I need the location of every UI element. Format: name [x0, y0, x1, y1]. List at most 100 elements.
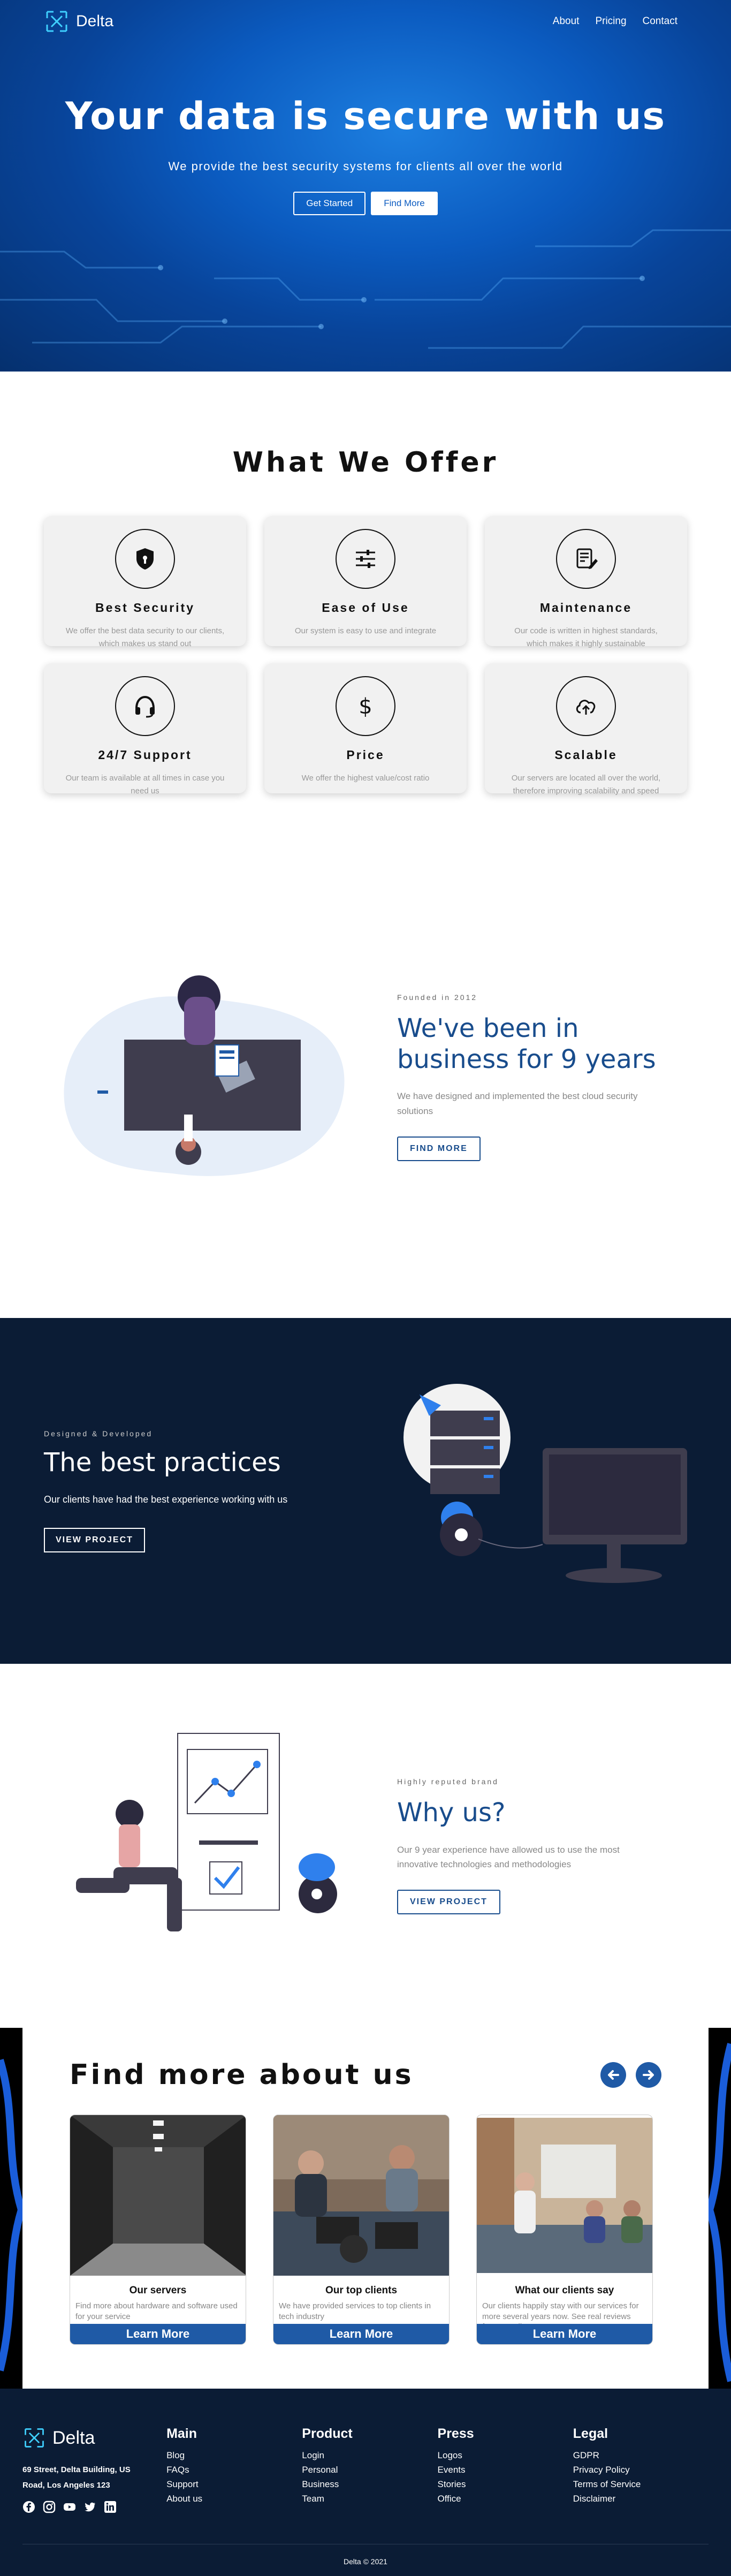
footer-logo[interactable]: Delta [22, 2426, 166, 2450]
founded-title: We've been in business for 9 years [397, 1013, 656, 1074]
arrow-right-icon[interactable] [636, 2062, 661, 2088]
learn-more-button[interactable]: Learn More [70, 2324, 246, 2344]
offer-card-price: $ Price We offer the highest value/cost … [264, 663, 467, 793]
footer-link-support[interactable]: Support [166, 2477, 302, 2491]
nav-links: About Pricing Contact [553, 16, 677, 27]
footer-column-legal: Legal GDPR Privacy Policy Terms of Servi… [573, 2426, 709, 2513]
chart-board-illustration [76, 1733, 337, 1931]
footer-column-title: Main [166, 2426, 197, 2441]
card-text: Find more about hardware and software us… [75, 2301, 238, 2321]
nav-link-pricing[interactable]: Pricing [595, 16, 626, 27]
instagram-icon[interactable] [43, 2501, 56, 2513]
arrow-left-icon[interactable] [600, 2062, 626, 2088]
footer-link-events[interactable]: Events [438, 2463, 573, 2477]
offer-card-title: Ease of Use [322, 601, 409, 615]
practices-title: The best practices [44, 1447, 281, 1478]
find-more-about-button[interactable]: FIND MORE [397, 1136, 481, 1161]
footer-link-about[interactable]: About us [166, 2491, 302, 2506]
desk-illustration [64, 975, 345, 1176]
find-more-button[interactable]: Find More [371, 192, 438, 215]
brand-logo[interactable]: Delta [44, 9, 113, 34]
nav-link-contact[interactable]: Contact [643, 16, 677, 27]
hero-subtitle: We provide the best security systems for… [168, 160, 563, 173]
footer-columns: Delta 69 Street, Delta Building, US Road… [22, 2426, 709, 2513]
card-our-servers: Our servers Find more about hardware and… [70, 2115, 246, 2345]
footer-link-office[interactable]: Office [438, 2491, 573, 2506]
offer-card-text: Our system is easy to use and integrate [294, 626, 437, 635]
team-working-image [273, 2115, 449, 2276]
why-title: Why us? [397, 1798, 506, 1828]
why-section: Highly reputed brand Why us? Our 9 year … [0, 1664, 731, 2028]
find-more-cards: Our servers Find more about hardware and… [70, 2115, 661, 2345]
footer-link-stories[interactable]: Stories [438, 2477, 573, 2491]
linkedin-icon[interactable] [104, 2501, 117, 2513]
founded-description: We have designed and implemented the bes… [397, 1091, 638, 1116]
offer-card-ease: Ease of Use Our system is easy to use an… [264, 516, 467, 646]
find-more-section: Find more about us Our servers Find more… [0, 2028, 731, 2389]
find-more-header: Find more about us [70, 2059, 661, 2091]
offer-card-text: Our team is available at all times in ca… [65, 774, 225, 795]
practices-eyebrow: Designed & Developed [44, 1429, 153, 1438]
footer-brand-name: Delta [52, 2427, 95, 2448]
offer-card-text: Our code is written in highest standards… [514, 626, 658, 648]
view-project-button[interactable]: VIEW PROJECT [44, 1528, 145, 1553]
learn-more-button[interactable]: Learn More [273, 2324, 449, 2344]
footer-link-disclaimer[interactable]: Disclaimer [573, 2491, 709, 2506]
footer-link-logos[interactable]: Logos [438, 2448, 573, 2463]
view-project-why-button[interactable]: VIEW PROJECT [397, 1889, 500, 1914]
footer-brand: Delta 69 Street, Delta Building, US Road… [22, 2426, 166, 2513]
cloud-upload-icon [556, 676, 616, 736]
offer-card-text: We offer the best data security to our c… [65, 626, 225, 648]
footer-link-faqs[interactable]: FAQs [166, 2463, 302, 2477]
practices-description: Our clients have had the best experience… [44, 1494, 288, 1505]
learn-more-button[interactable]: Learn More [477, 2324, 652, 2344]
facebook-icon[interactable] [22, 2501, 35, 2513]
dollar-icon: $ [336, 676, 395, 736]
sliders-icon [336, 529, 395, 589]
hero-buttons: Get Started Find More [0, 192, 731, 215]
youtube-icon[interactable] [63, 2501, 76, 2513]
offer-card-scalable: Scalable Our servers are located all ove… [485, 663, 687, 795]
footer-link-login[interactable]: Login [302, 2448, 437, 2463]
hero-section: Delta About Pricing Contact Your data is… [0, 0, 731, 372]
nav-link-about[interactable]: About [553, 16, 580, 27]
server-room-image [70, 2115, 246, 2276]
offer-card-title: 24/7 Support [98, 748, 192, 762]
footer-column-title: Legal [573, 2426, 608, 2441]
brand-name: Delta [76, 12, 114, 30]
footer-column-product: Product Login Personal Business Team [302, 2426, 437, 2513]
why-text: Highly reputed brand Why us? Our 9 year … [397, 1777, 675, 1914]
footer-link-privacy[interactable]: Privacy Policy [573, 2463, 709, 2477]
server-illustration [403, 1384, 687, 1583]
footer-column-main: Main Blog FAQs Support About us [166, 2426, 302, 2513]
offer-card-text: Our servers are located all over the wor… [511, 774, 661, 795]
footer-link-personal[interactable]: Personal [302, 2463, 437, 2477]
footer-link-blog[interactable]: Blog [166, 2448, 302, 2463]
card-title: Our servers [129, 2285, 187, 2296]
hero-content: Your data is secure with us We provide t… [0, 94, 731, 215]
offer-card-title: Best Security [95, 601, 195, 615]
offer-section: What We Offer Best Security We offer the… [0, 372, 731, 836]
footer-link-gdpr[interactable]: GDPR [573, 2448, 709, 2463]
card-title: Our top clients [325, 2285, 398, 2296]
shield-icon [115, 529, 175, 589]
carousel-controls [600, 2062, 661, 2088]
footer-address: 69 Street, Delta Building, US Road, Los … [22, 2465, 131, 2490]
offer-card-support: 24/7 Support Our team is available at al… [44, 663, 246, 795]
offer-card-title: Scalable [554, 748, 618, 762]
meeting-room-image [477, 2118, 652, 2273]
offer-card-security: Best Security We offer the best data sec… [44, 516, 246, 648]
card-top-clients: Our top clients We have provided service… [273, 2115, 450, 2345]
offer-card-text: We offer the highest value/cost ratio [301, 774, 430, 783]
svg-text:$: $ [359, 694, 372, 719]
footer-link-business[interactable]: Business [302, 2477, 437, 2491]
practices-section: Designed & Developed The best practices … [0, 1318, 731, 1664]
get-started-button[interactable]: Get Started [293, 192, 366, 215]
twitter-icon[interactable] [83, 2501, 96, 2513]
offer-card-title: Price [346, 748, 385, 762]
delta-logo-icon [25, 2428, 44, 2448]
footer-link-terms[interactable]: Terms of Service [573, 2477, 709, 2491]
card-text: We have provided services to top clients… [279, 2301, 431, 2321]
footer-link-team[interactable]: Team [302, 2491, 437, 2506]
edit-document-icon [556, 529, 616, 589]
